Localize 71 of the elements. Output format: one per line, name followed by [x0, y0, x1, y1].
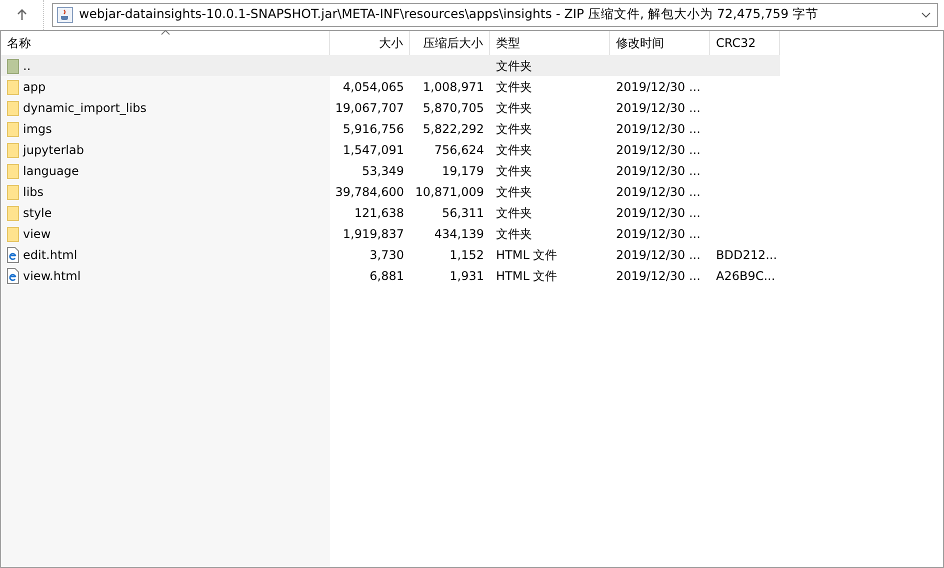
file-row[interactable]: libs 39,784,600 10,871,009 文件夹 2019/12/30 ...: [1, 181, 780, 202]
table-cell-text: 5,822,292: [422, 120, 484, 138]
file-row[interactable]: language 53,349 19,179 文件夹 2019/12/30 ...: [1, 160, 780, 181]
table-cell-text: 53,349: [362, 162, 404, 180]
coffee-cup-icon: [57, 6, 73, 22]
file-name: style: [23, 204, 52, 222]
table-cell-text: 434,139: [434, 226, 484, 242]
table-cell-text: 1,008,971: [422, 78, 484, 96]
table-cell-text: 2019/12/30 ...: [616, 162, 700, 180]
table-cell-text: 2019/12/30 ...: [616, 226, 700, 242]
file-row[interactable]: .. 文件夹: [1, 55, 780, 76]
file-name: libs: [23, 184, 44, 200]
table-cell-text: 文件夹: [496, 78, 532, 96]
file-name: ..: [23, 58, 31, 74]
file-name: view: [23, 226, 51, 242]
table-cell-text: 5,916,756: [342, 120, 404, 138]
table-cell-text: 56,311: [442, 204, 484, 222]
table-cell-text: 1,931: [450, 268, 484, 284]
file-name: app: [23, 78, 46, 96]
file-row[interactable]: app 4,054,065 1,008,971 文件夹 2019/12/30 ...: [1, 76, 780, 97]
table-cell-text: 39,784,600: [335, 184, 404, 200]
file-name: language: [23, 162, 79, 180]
table-cell-text: 文件夹: [496, 226, 532, 242]
table-cell-text: 756,624: [434, 142, 484, 158]
table-cell-text: 1,919,837: [342, 226, 404, 242]
table-cell-text: 19,067,707: [335, 100, 404, 116]
table-cell-text: 文件夹: [496, 204, 532, 222]
address-text: webjar-datainsights-10.0.1-SNAPSHOT.jar\META-INF\resources\apps\insights - ZIP 压缩文件, 解包大小为 72,475,759 字节: [79, 5, 820, 24]
file-name: jupyterlab: [23, 142, 84, 158]
table-cell-text: 文件夹: [496, 184, 532, 200]
table-cell-text: 5,870,705: [422, 100, 484, 116]
file-name: imgs: [23, 120, 52, 138]
address-field[interactable]: webjar-datainsights-10.0.1-SNAPSHOT.jar\META-INF\resources\apps\insights - ZIP 压缩文件, 解包大小为 72,475,759 字节: [52, 2, 938, 26]
table-cell-text: 1,152: [450, 246, 484, 264]
table-cell-text: 文件夹: [496, 142, 532, 158]
table-cell-text: 19,179: [442, 162, 484, 180]
table-cell-text: A26B9C...: [716, 268, 776, 284]
table-cell-text: 2019/12/30 ...: [616, 184, 700, 200]
sort-caret-icon: [161, 30, 170, 35]
table-cell-text: HTML 文件: [496, 268, 558, 284]
file-row[interactable]: jupyterlab 1,547,091 756,624 文件夹 2019/12/30 ...: [1, 139, 780, 160]
table-cell-text: 3,730: [370, 246, 404, 264]
file-row[interactable]: edit.html 3,730 1,152 HTML 文件 2019/12/30 ... BDD212...: [1, 244, 780, 265]
table-cell-text: HTML 文件: [496, 246, 558, 264]
file-row[interactable]: imgs 5,916,756 5,822,292 文件夹 2019/12/30 ...: [1, 118, 780, 139]
table-cell-text: BDD212...: [716, 246, 778, 264]
table-cell-text: 121,638: [354, 204, 404, 222]
up-arrow-icon: [16, 8, 26, 20]
file-name: dynamic_import_libs: [23, 100, 146, 116]
chevron-down-icon[interactable]: [921, 12, 931, 18]
file-row[interactable]: style 121,638 56,311 文件夹 2019/12/30 ...: [1, 202, 780, 223]
table-cell-text: 2019/12/30 ...: [616, 78, 700, 96]
table-cell-text: 10,871,009: [415, 184, 484, 200]
table-cell-text: 文件夹: [496, 58, 532, 74]
file-name: view.html: [23, 268, 81, 284]
table-cell-text: 2019/12/30 ...: [616, 100, 700, 116]
file-name: edit.html: [23, 246, 78, 264]
table-cell-text: 2019/12/30 ...: [616, 204, 700, 222]
file-row[interactable]: view.html 6,881 1,931 HTML 文件 2019/12/30 ... A26B9C...: [1, 265, 780, 286]
table-cell-text: 2019/12/30 ...: [616, 120, 700, 138]
table-cell-text: 2019/12/30 ...: [616, 268, 700, 284]
table-cell-text: 文件夹: [496, 120, 532, 138]
table-cell-text: 6,881: [370, 268, 404, 284]
table-cell-text: 文件夹: [496, 100, 532, 116]
file-row[interactable]: view 1,919,837 434,139 文件夹 2019/12/30 ...: [1, 223, 780, 244]
table-cell-text: 4,054,065: [342, 78, 404, 96]
file-row[interactable]: dynamic_import_libs 19,067,707 5,870,705 文件夹 2019/12/30 ...: [1, 97, 780, 118]
table-cell-text: 1,547,091: [342, 142, 404, 158]
table-cell-text: 2019/12/30 ...: [616, 246, 700, 264]
table-cell-text: 2019/12/30 ...: [616, 142, 700, 158]
table-cell-text: 文件夹: [496, 162, 532, 180]
